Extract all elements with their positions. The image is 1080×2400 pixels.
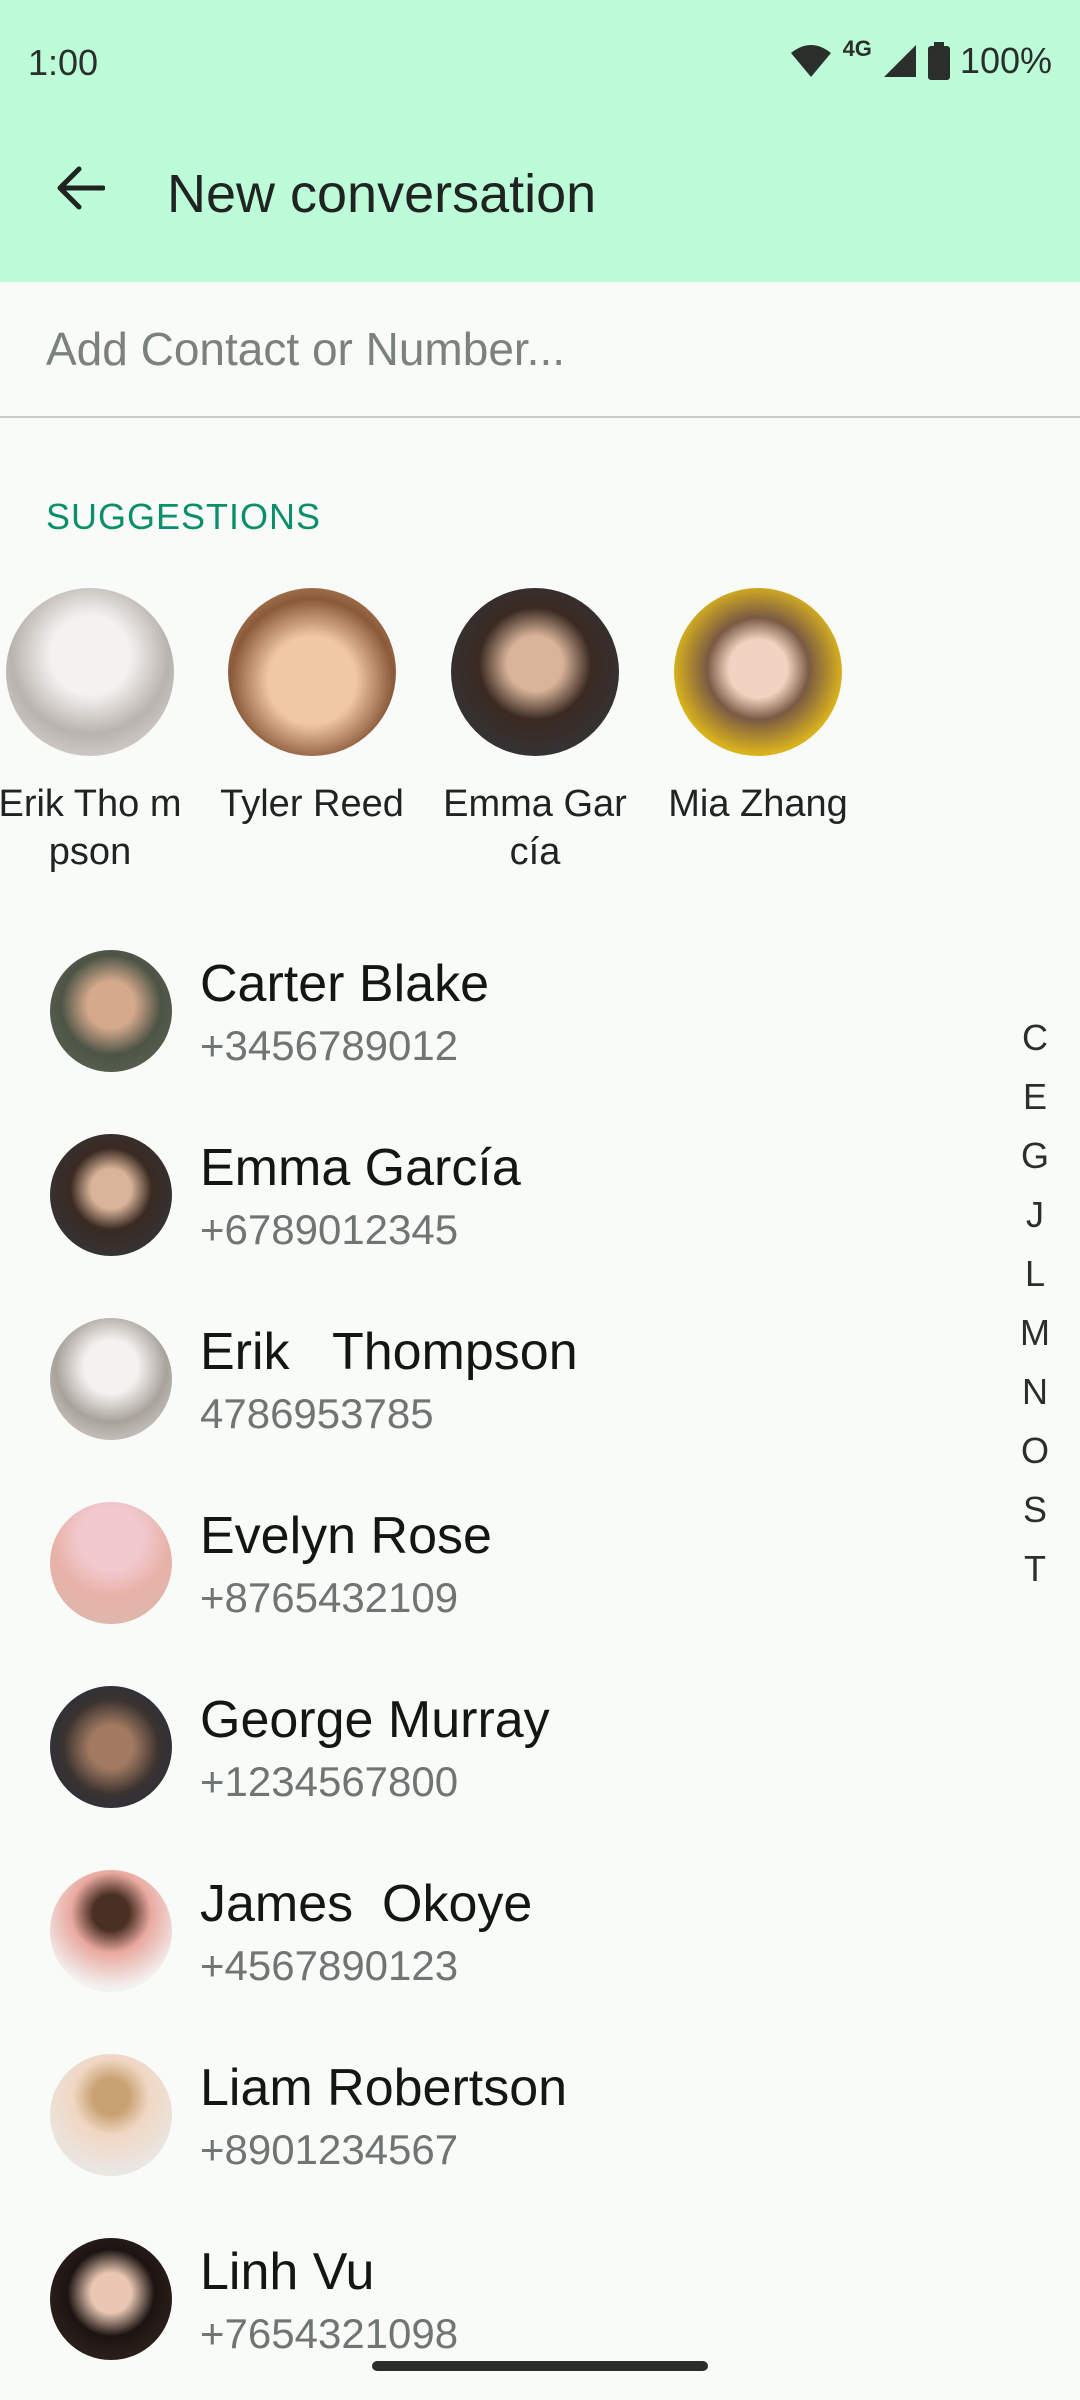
index-letter[interactable]: S [1023,1480,1047,1539]
avatar [50,1502,172,1624]
suggestion-item[interactable]: Emma García [423,586,647,876]
contact-row[interactable]: Linh Vu +7654321098 [0,2218,1000,2400]
avatar [50,2054,172,2176]
contact-name: Evelyn Rose [200,1507,492,1565]
index-letter[interactable]: O [1021,1421,1049,1480]
suggestion-name: Mia Zhang [668,783,848,825]
avatar [50,1686,172,1808]
contact-name: James Okoye [200,1875,533,1933]
contact-name: Liam Robertson [200,2059,568,2117]
status-time: 1:00 [28,42,99,83]
contact-name: Erik Thompson [200,1323,578,1381]
contact-row[interactable]: Liam Robertson +8901234567 [0,2034,1000,2218]
avatar [228,588,396,756]
avatar [50,1870,172,1992]
contact-phone: +1234567800 [200,1758,459,1805]
index-letter[interactable]: G [1021,1126,1049,1185]
battery-level: 100% [959,40,1052,81]
index-letter[interactable]: L [1025,1244,1045,1303]
suggestions-row: Erik Tho mpson Tyler Reed Emma García Mi… [0,586,1080,896]
avatar [50,2238,172,2360]
battery-icon [927,42,950,80]
signal-icon [882,43,918,79]
avatar [6,588,174,756]
contact-row[interactable]: James Okoye +4567890123 [0,1850,1000,2034]
suggestion-item[interactable]: Erik Tho mpson [0,586,202,876]
contact-name: Carter Blake [200,955,489,1013]
contact-phone: +6789012345 [200,1206,459,1253]
search-bar [0,282,1080,418]
suggestion-name: Emma García [443,783,627,873]
index-letter[interactable]: T [1024,1539,1046,1598]
wifi-icon [789,43,833,79]
contact-row[interactable]: Evelyn Rose +8765432109 [0,1482,1000,1666]
network-type: 4G [842,36,872,61]
avatar [451,588,619,756]
avatar [50,950,172,1072]
suggestion-name: Erik Tho mpson [0,783,182,873]
home-indicator[interactable] [372,2361,708,2371]
contact-name: George Murray [200,1691,550,1749]
back-button[interactable] [40,150,120,230]
index-letter[interactable]: N [1022,1362,1048,1421]
page-title: New conversation [167,164,597,224]
alphabet-index[interactable]: C E G J L M N O S T [1010,1008,1060,1598]
contact-name: Linh Vu [200,2243,375,2301]
index-letter[interactable]: C [1022,1008,1048,1067]
contact-row[interactable]: Carter Blake +3456789012 [0,930,1000,1114]
suggestions-label: SUGGESTIONS [46,496,322,537]
index-letter[interactable]: J [1026,1185,1044,1244]
contact-phone: +7654321098 [200,2310,459,2357]
contact-row[interactable]: Erik Thompson 4786953785 [0,1298,1000,1482]
contact-search-input[interactable] [0,282,1080,416]
suggestion-name: Tyler Reed [220,783,404,825]
contact-row[interactable]: George Murray +1234567800 [0,1666,1000,1850]
status-icons: 4G 100% [789,36,1052,82]
contact-phone: +8765432109 [200,1574,459,1621]
suggestion-item[interactable]: Mia Zhang [646,586,870,828]
contact-name: Emma García [200,1139,521,1197]
contact-phone: 4786953785 [200,1390,434,1437]
contact-list: Carter Blake +3456789012 Emma García +67… [0,930,1000,2400]
index-letter[interactable]: M [1020,1303,1050,1362]
avatar [50,1318,172,1440]
avatar [674,588,842,756]
index-letter[interactable]: E [1023,1067,1047,1126]
suggestion-item[interactable]: Tyler Reed [200,586,424,828]
contact-phone: +8901234567 [200,2126,459,2173]
arrow-back-icon [55,166,106,215]
top-app-bar: 1:00 4G 100% New conversation [0,0,1080,282]
contact-phone: +3456789012 [200,1022,459,1069]
avatar [50,1134,172,1256]
contact-row[interactable]: Emma García +6789012345 [0,1114,1000,1298]
contact-phone: +4567890123 [200,1942,459,1989]
